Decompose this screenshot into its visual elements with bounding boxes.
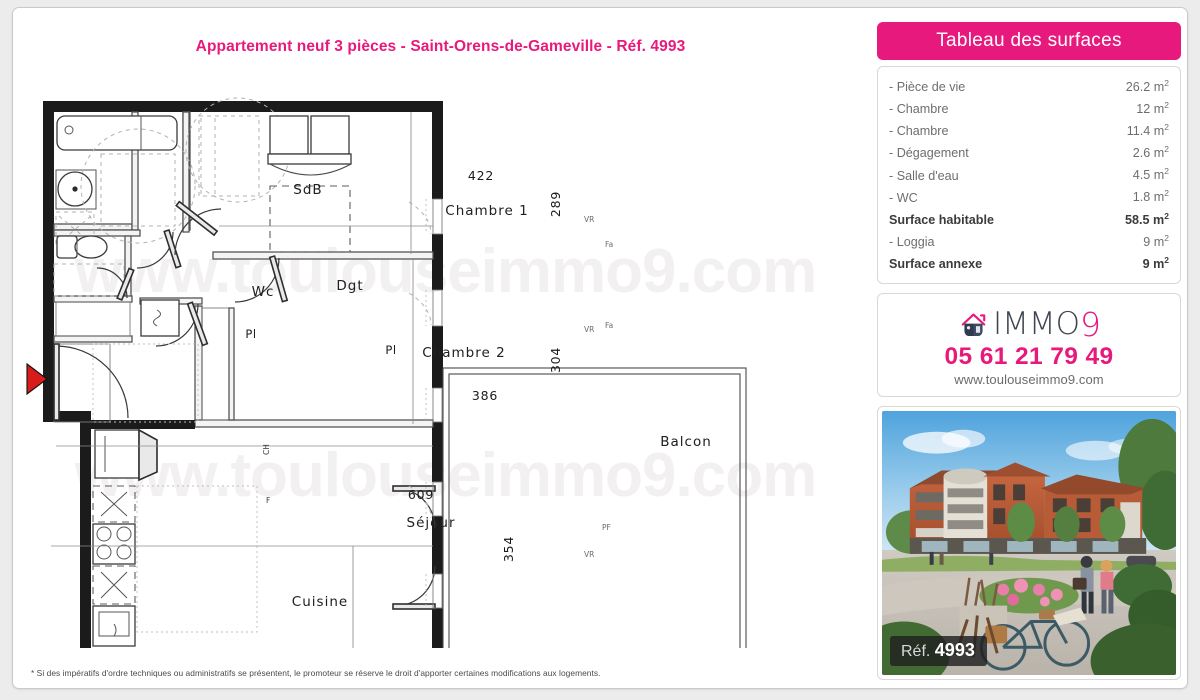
surface-row: - WC 1.8 m2 xyxy=(889,185,1169,207)
dimension-label: 304 xyxy=(548,347,563,373)
surface-value: 9 m2 xyxy=(1143,232,1169,249)
phone-number[interactable]: 05 61 21 79 49 xyxy=(878,343,1180,371)
room-label-cuisine: Cuisine xyxy=(292,594,348,610)
brand-logo: IMMO 9 xyxy=(878,305,1180,344)
surface-value: 1.8 m2 xyxy=(1132,188,1169,205)
right-sidebar: Tableau des surfaces - Pièce de vie 26.2 … xyxy=(877,22,1187,680)
reference-number: 4993 xyxy=(934,639,975,660)
floorplan-drawing: .wall { fill:#1b1b1b; } .thin { fill:non… xyxy=(26,97,747,648)
logo-text-nine: 9 xyxy=(1080,304,1102,344)
legal-footnote: * Si des impératifs d'ordre techniques o… xyxy=(31,668,601,678)
property-photo-panel: Réf. 4993 xyxy=(877,405,1181,680)
logo-text-immo: IMMO xyxy=(992,306,1081,343)
reference-badge: Réf. 4993 xyxy=(890,635,987,666)
surface-label: Surface annexe xyxy=(889,256,983,271)
surfaces-list: - Pièce de vie 26.2 m2- Chambre 12 m2- Cha… xyxy=(877,66,1181,284)
surface-label: - WC xyxy=(889,190,918,205)
room-label-sejour: Séjour xyxy=(407,515,456,531)
house-logo-icon xyxy=(961,313,986,336)
surface-row: - Chambre 11.4 m2 xyxy=(889,119,1169,141)
dimension-label: 609 xyxy=(408,487,434,502)
surfaces-panel: Tableau des surfaces - Pièce de vie 26.2 … xyxy=(877,22,1181,284)
appliance-mark-label: F xyxy=(266,496,270,505)
closet-label-pl-chambre2: Pl xyxy=(385,343,396,357)
dimension-label: 289 xyxy=(548,191,563,217)
closet-label-pl-entry: Pl xyxy=(245,327,256,341)
dimension-label: 422 xyxy=(468,168,494,183)
dimension-label: 386 xyxy=(472,388,498,403)
brand-panel: IMMO 9 05 61 21 79 49 www.toulouseimmo9.… xyxy=(877,292,1181,397)
website-url[interactable]: www.toulouseimmo9.com xyxy=(878,372,1180,387)
property-render-image: Réf. 4993 xyxy=(882,410,1176,675)
appliance-marks: CH F xyxy=(262,444,271,505)
surface-value: 2.6 m2 xyxy=(1132,144,1169,161)
surface-label: - Pièce de vie xyxy=(889,80,966,95)
room-label-chambre-1: Chambre 1 xyxy=(445,203,528,219)
content-card: Appartement neuf 3 pièces - Saint-Orens-… xyxy=(12,7,1188,689)
floorplan-container: www.toulouseimmo9.com www.toulouseimmo9.… xyxy=(23,68,868,648)
window-mark-label: VR xyxy=(584,550,594,559)
window-mark-label: VR xyxy=(584,215,594,224)
reference-label: Réf. xyxy=(901,642,931,660)
appliance-mark-label: CH xyxy=(262,444,271,455)
room-label-balcon: Balcon xyxy=(660,434,712,450)
surface-row: Surface annexe 9 m2 xyxy=(889,252,1169,274)
room-label-sdb: SdB xyxy=(293,182,322,198)
window-mark-label: PF xyxy=(602,523,611,532)
window-mark-label: Fa xyxy=(605,321,613,330)
surface-label: - Salle d'eau xyxy=(889,168,959,183)
surface-row: Surface habitable 58.5 m2 xyxy=(889,208,1169,230)
surface-label: - Chambre xyxy=(889,102,949,117)
surface-label: - Dégagement xyxy=(889,146,969,161)
surface-value: 11.4 m2 xyxy=(1126,122,1169,139)
surfaces-header: Tableau des surfaces xyxy=(877,22,1181,60)
page-root: Appartement neuf 3 pièces - Saint-Orens-… xyxy=(0,0,1200,700)
surface-row: - Dégagement 2.6 m2 xyxy=(889,141,1169,163)
surface-row: - Pièce de vie 26.2 m2 xyxy=(889,75,1169,97)
dimension-labels: 422 289 386 304 609 354 xyxy=(408,168,563,562)
surface-value: 12 m2 xyxy=(1136,100,1169,117)
page-title: Appartement neuf 3 pièces - Saint-Orens-… xyxy=(195,38,686,55)
surface-value: 26.2 m2 xyxy=(1125,78,1169,95)
surface-value: 4.5 m2 xyxy=(1132,166,1169,183)
surface-row: - Loggia 9 m2 xyxy=(889,230,1169,252)
surface-label: - Loggia xyxy=(889,234,935,249)
window-marks: VR Fa VR Fa PF VR xyxy=(584,215,613,559)
surface-row: - Chambre 12 m2 xyxy=(889,97,1169,119)
room-label-wc: Wc xyxy=(252,284,275,300)
surface-value: 58.5 m2 xyxy=(1125,210,1169,227)
window-mark-label: VR xyxy=(584,325,594,334)
surface-label: - Chambre xyxy=(889,124,949,139)
room-label-dgt: Dgt xyxy=(336,278,363,294)
dimension-label: 354 xyxy=(501,536,516,562)
surface-value: 9 m2 xyxy=(1142,254,1169,271)
surface-row: - Salle d'eau 4.5 m2 xyxy=(889,163,1169,185)
surface-label: Surface habitable xyxy=(889,212,994,227)
room-label-chambre-2: Chambre 2 xyxy=(422,345,505,361)
window-mark-label: Fa xyxy=(605,240,613,249)
